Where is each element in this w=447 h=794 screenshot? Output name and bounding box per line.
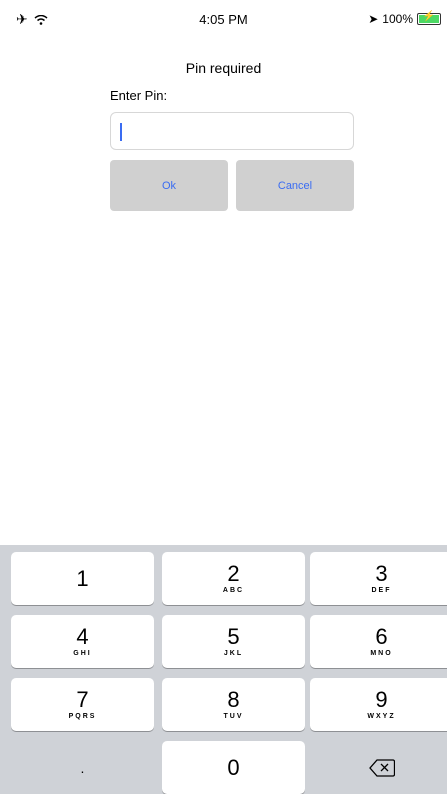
status-right: ➤ 100% ⚡ <box>368 11 441 26</box>
key-number: 6 <box>375 624 388 649</box>
pin-input[interactable] <box>110 112 354 150</box>
backspace-icon <box>368 758 395 777</box>
ok-button[interactable]: Ok <box>110 160 228 211</box>
key-letters: GHI <box>73 650 92 657</box>
key-letters: ABC <box>222 587 245 594</box>
key-letters: MNO <box>370 650 393 657</box>
key-5[interactable]: 5 JKL <box>162 615 305 668</box>
key-number: 8 <box>227 687 240 712</box>
key-9[interactable]: 9 WXYZ <box>310 678 447 731</box>
key-letters: JKL <box>223 650 244 657</box>
cancel-button[interactable]: Cancel <box>236 160 354 211</box>
key-2[interactable]: 2 ABC <box>162 552 305 605</box>
location-arrow-icon: ➤ <box>368 12 379 26</box>
key-number: . <box>80 759 85 776</box>
pin-prompt-label: Enter Pin: <box>110 88 168 103</box>
key-3[interactable]: 3 DEF <box>310 552 447 605</box>
key-decimal[interactable]: . <box>11 741 154 794</box>
key-1[interactable]: 1 <box>11 552 154 605</box>
key-letters: DEF <box>371 587 392 594</box>
dialog-title: Pin required <box>185 60 262 76</box>
key-4[interactable]: 4 GHI <box>11 615 154 668</box>
numeric-keypad: 1 2 ABC 3 DEF 4 GHI 5 JKL 6 MNO 7 PQRS 8… <box>0 545 447 794</box>
key-letters: TUV <box>223 713 244 720</box>
text-cursor <box>120 123 122 141</box>
key-number: 3 <box>375 561 388 586</box>
key-7[interactable]: 7 PQRS <box>11 678 154 731</box>
key-8[interactable]: 8 TUV <box>162 678 305 731</box>
key-number: 7 <box>76 687 89 712</box>
status-bar: ✈ 4:05 PM ➤ 100% ⚡ <box>0 0 447 40</box>
key-delete[interactable] <box>310 741 447 794</box>
key-0[interactable]: 0 <box>162 741 305 794</box>
key-number: 4 <box>76 624 89 649</box>
key-number: 1 <box>76 565 89 591</box>
key-number: 0 <box>227 754 240 780</box>
key-6[interactable]: 6 MNO <box>310 615 447 668</box>
key-number: 2 <box>227 561 240 586</box>
key-letters: PQRS <box>68 713 97 720</box>
key-number: 5 <box>227 624 240 649</box>
key-number: 9 <box>375 687 388 712</box>
battery-icon: ⚡ <box>417 11 441 25</box>
battery-percent: 100% <box>382 12 413 26</box>
key-letters: WXYZ <box>367 713 396 720</box>
